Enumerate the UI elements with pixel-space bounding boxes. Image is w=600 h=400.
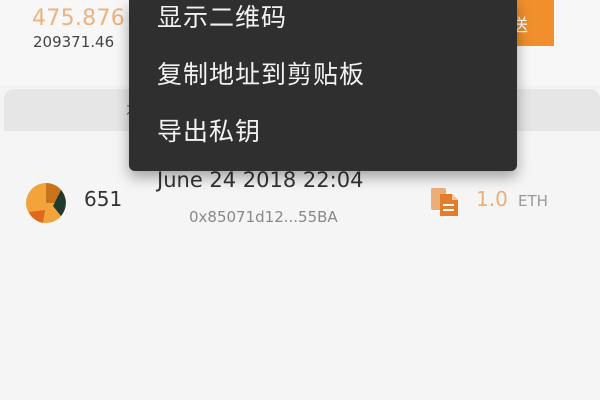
transaction-address: 0x85071d12...55BA [189,208,338,226]
balance-sub: 209371.46 [33,33,115,51]
transaction-date: June 24 2018 22:04 [157,168,364,192]
context-menu: 显示二维码 复制地址到剪贴板 导出私钥 [129,0,517,171]
menu-item-show-qr[interactable]: 显示二维码 [157,0,287,34]
menu-item-export-key[interactable]: 导出私钥 [157,112,261,148]
document-copy-icon [431,188,458,216]
balance-main: 475.876 [32,6,126,31]
transaction-unit: ETH [518,192,548,210]
transaction-row[interactable]: 651 June 24 2018 22:04 0x85071d12...55BA… [0,162,600,238]
wallet-screen: 475.876 209371.46 存入 发送 本部 代币 651 June 2… [0,0,600,400]
identicon-avatar [26,183,66,223]
menu-item-copy-address[interactable]: 复制地址到剪贴板 [157,55,365,91]
transaction-amount: 1.0 [476,187,508,211]
transaction-id: 651 [84,187,123,211]
